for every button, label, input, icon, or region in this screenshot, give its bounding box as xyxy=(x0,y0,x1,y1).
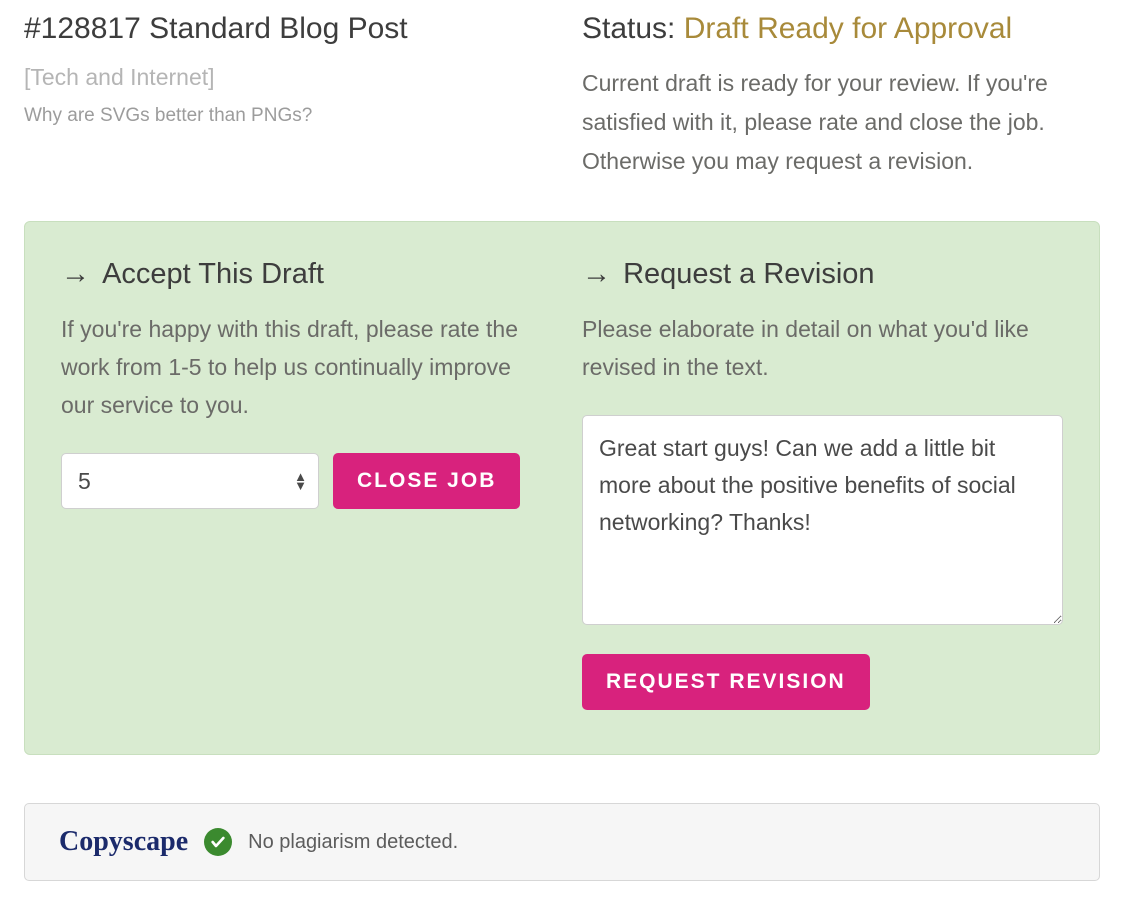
accept-heading-text: Accept This Draft xyxy=(102,258,324,290)
status-line: Status: Draft Ready for Approval xyxy=(582,12,1100,46)
job-category: [Tech and Internet] xyxy=(24,64,542,91)
accept-heading: → Accept This Draft xyxy=(61,258,542,291)
copyscape-bar: Copyscape No plagiarism detected. xyxy=(24,803,1100,881)
plagiarism-status: No plagiarism detected. xyxy=(248,831,458,854)
revision-description: Please elaborate in detail on what you'd… xyxy=(582,311,1063,387)
revision-heading-text: Request a Revision xyxy=(623,258,874,290)
status-value: Draft Ready for Approval xyxy=(684,12,1013,45)
request-revision-button[interactable]: REQUEST REVISION xyxy=(582,654,870,710)
accept-column: → Accept This Draft If you're happy with… xyxy=(61,258,542,710)
revision-column: → Request a Revision Please elaborate in… xyxy=(582,258,1063,710)
action-panel: → Accept This Draft If you're happy with… xyxy=(24,221,1100,755)
page-title: #128817 Standard Blog Post xyxy=(24,12,542,46)
revision-heading: → Request a Revision xyxy=(582,258,1063,291)
status-label: Status: xyxy=(582,12,684,45)
check-circle-icon xyxy=(204,828,232,856)
header-row: #128817 Standard Blog Post [Tech and Int… xyxy=(24,12,1100,181)
header-right: Status: Draft Ready for Approval Current… xyxy=(582,12,1100,181)
rating-wrapper: 5 ▲▼ xyxy=(61,453,319,509)
arrow-right-icon: → xyxy=(61,258,102,290)
accept-description: If you're happy with this draft, please … xyxy=(61,311,542,425)
arrow-right-icon: → xyxy=(582,258,623,290)
job-topic: Why are SVGs better than PNGs? xyxy=(24,105,542,127)
status-description: Current draft is ready for your review. … xyxy=(582,64,1100,181)
rating-select[interactable]: 5 xyxy=(61,453,319,509)
revision-textarea[interactable] xyxy=(582,415,1063,625)
accept-controls: 5 ▲▼ CLOSE JOB xyxy=(61,453,542,509)
header-left: #128817 Standard Blog Post [Tech and Int… xyxy=(24,12,542,181)
copyscape-logo: Copyscape xyxy=(59,826,188,858)
close-job-button[interactable]: CLOSE JOB xyxy=(333,453,520,509)
